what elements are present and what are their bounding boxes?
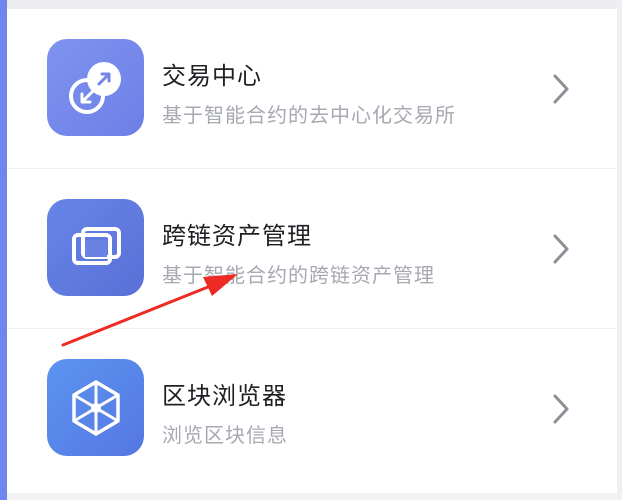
chevron-right-icon: [553, 394, 569, 424]
item-subtitle: 基于智能合约的去中心化交易所: [162, 103, 456, 127]
list-item-block-explorer[interactable]: 区块浏览器 浏览区块信息: [7, 329, 617, 493]
item-subtitle: 基于智能合约的跨链资产管理: [162, 263, 435, 287]
block-explorer-icon: [47, 359, 144, 456]
exchange-icon: [47, 39, 144, 136]
feature-list: 交易中心 基于智能合约的去中心化交易所 跨链资产管理 基于智能合约的跨链资产管理: [7, 9, 617, 493]
cross-chain-icon: [47, 199, 144, 296]
item-title: 跨链资产管理: [162, 222, 312, 250]
chevron-right-icon: [553, 234, 569, 264]
list-item-exchange-center[interactable]: 交易中心 基于智能合约的去中心化交易所: [7, 9, 617, 169]
right-edge-bar: [617, 0, 622, 500]
left-edge-bar: [0, 0, 7, 500]
item-title: 区块浏览器: [162, 382, 287, 410]
chevron-right-icon: [553, 74, 569, 104]
top-divider: [7, 0, 617, 9]
item-title: 交易中心: [162, 62, 262, 90]
list-item-cross-chain-assets[interactable]: 跨链资产管理 基于智能合约的跨链资产管理: [7, 169, 617, 329]
item-subtitle: 浏览区块信息: [162, 423, 288, 447]
